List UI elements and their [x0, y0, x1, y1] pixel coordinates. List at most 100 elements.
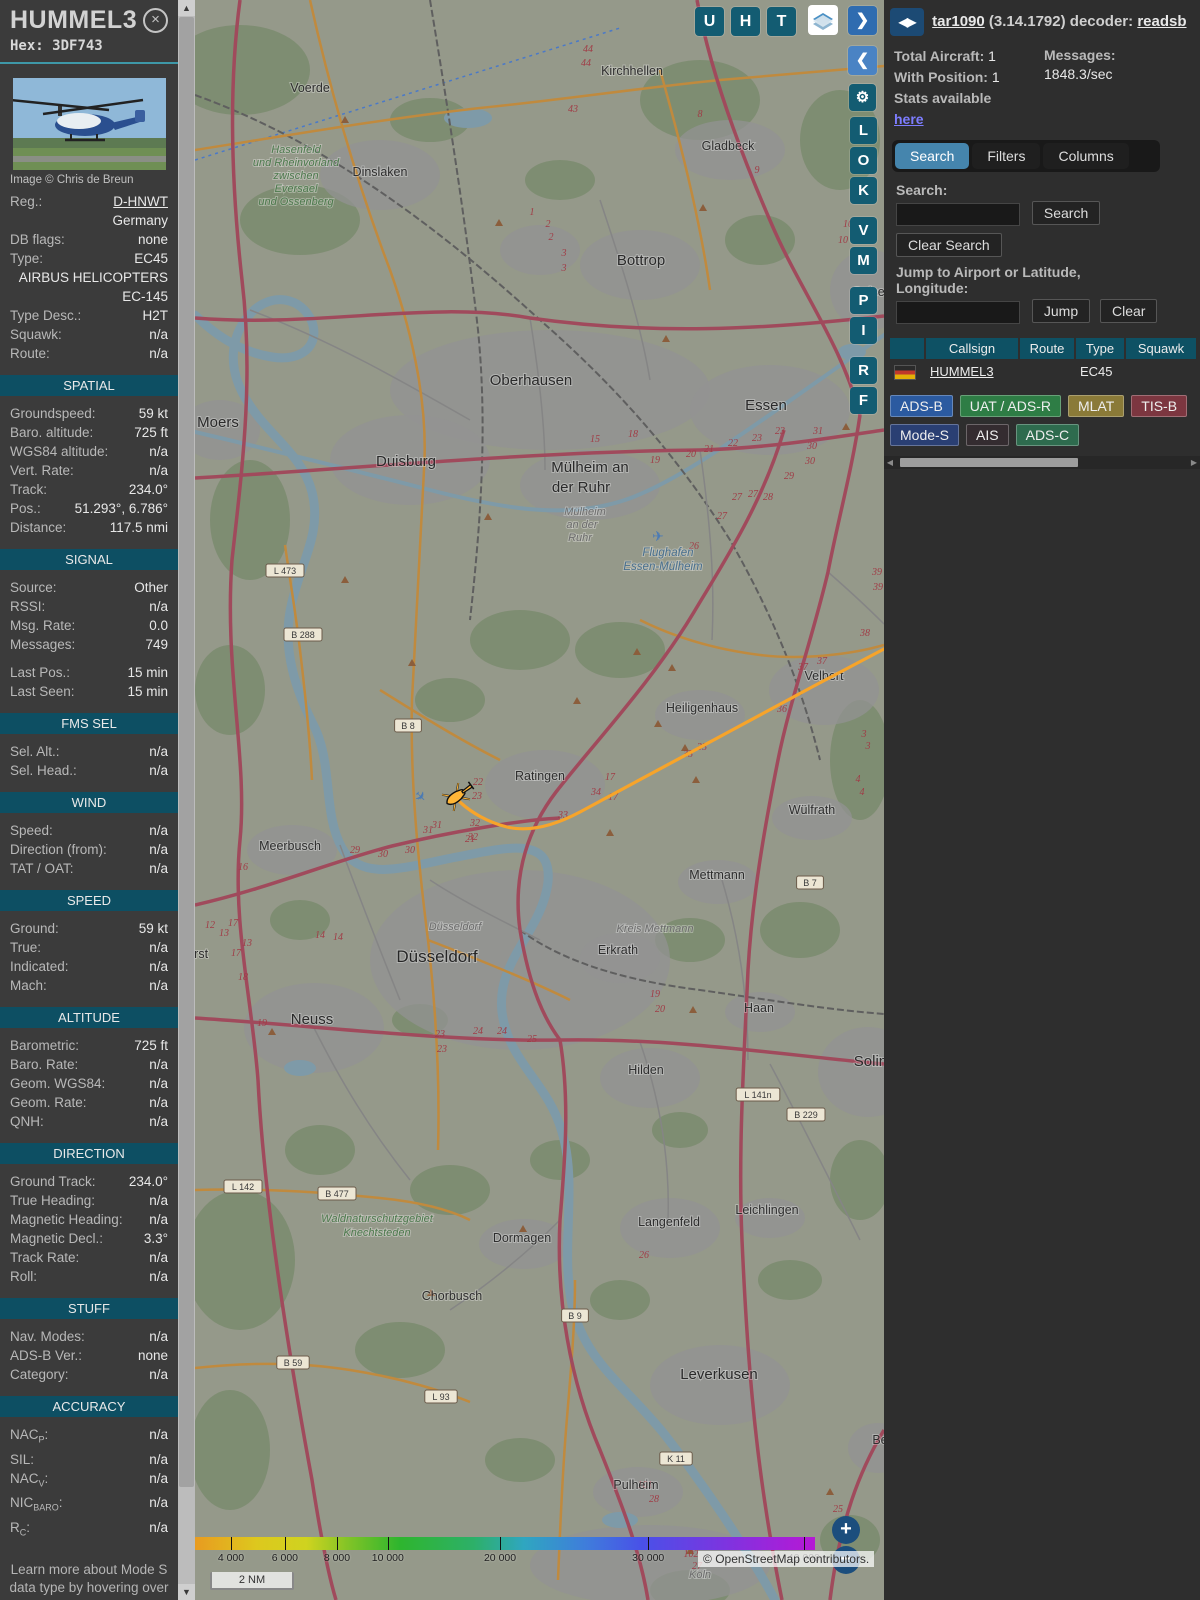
scroll-left-icon[interactable]: ◀ — [884, 456, 896, 469]
hex-label: Hex: — [10, 38, 44, 54]
tab-filters[interactable]: Filters — [972, 143, 1040, 169]
tar1090-link[interactable]: tar1090 — [932, 13, 985, 30]
data-row: Speed:n/a — [10, 821, 168, 840]
map-label: Mülheim — [564, 506, 606, 518]
hscroll-thumb[interactable] — [900, 458, 1078, 467]
map-button-u[interactable]: U — [695, 7, 724, 36]
road-shield-label: B 7 — [803, 878, 817, 888]
map-button-i[interactable]: I — [850, 317, 877, 344]
data-row-value: n/a — [36, 1518, 168, 1537]
clear-search-button[interactable]: Clear Search — [896, 233, 1002, 257]
scrollbar-thumb[interactable] — [179, 17, 194, 1487]
map-button-l[interactable]: L — [850, 117, 877, 144]
section-rows: Ground Track:234.0°True Heading:n/aMagne… — [0, 1170, 178, 1288]
attribution-copyright: © — [703, 1552, 715, 1566]
road-shield-label: L 142 — [232, 1182, 254, 1192]
data-row-value: 749 — [81, 635, 168, 654]
aircraft-info-rows: Reg.:D-HNWTGermanyDB flags:noneType:EC45… — [0, 190, 178, 365]
data-row: Source:Other — [10, 578, 168, 597]
col-header-Squawk[interactable]: Squawk — [1126, 338, 1196, 359]
map-canvas[interactable]: ✈✈89101012233444443151819202122232326272… — [195, 0, 884, 1600]
search-input[interactable] — [896, 203, 1020, 226]
map-label: Meerbusch — [259, 839, 321, 853]
forest-area — [470, 610, 570, 670]
readsb-link[interactable]: readsb — [1137, 13, 1186, 30]
left-panel-scrollbar[interactable]: ▲ ▼ — [178, 0, 195, 1600]
zoom-in-button[interactable]: + — [832, 1516, 860, 1544]
scrollbar-up-icon[interactable]: ▲ — [178, 0, 195, 16]
tab-search[interactable]: Search — [895, 143, 969, 169]
data-row-value: none — [88, 1346, 168, 1365]
junction-number: 4 — [860, 787, 865, 798]
panel-collapse-button[interactable]: ❮ — [848, 46, 877, 75]
data-row-value: 3.3° — [109, 1229, 168, 1248]
junction-number: 19 — [650, 989, 660, 1000]
aircraft-table-wrap: CallsignRouteTypeSquawkAlt. (ft)SpHUMMEL… — [888, 336, 1198, 385]
data-row-value: n/a — [47, 938, 168, 957]
colorbar-tick-label: 8 000 — [324, 1552, 350, 1564]
col-header-Callsign[interactable]: Callsign — [926, 338, 1018, 359]
jump-button[interactable]: Jump — [1032, 299, 1090, 323]
urban-area — [678, 860, 758, 904]
tab-columns[interactable]: Columns — [1043, 143, 1128, 169]
panel-expand-button[interactable]: ❯ — [848, 6, 877, 35]
jump-input[interactable] — [896, 301, 1020, 324]
map-label: Gladbeck — [702, 139, 756, 153]
search-button[interactable]: Search — [1032, 201, 1100, 225]
map-label: Mettmann — [689, 868, 745, 882]
map-button-m[interactable]: M — [850, 247, 877, 274]
table-horizontal-scrollbar[interactable]: ◀ ▶ — [884, 456, 1200, 469]
col-header-Route[interactable]: Route — [1020, 338, 1074, 359]
map-button-p[interactable]: P — [850, 287, 877, 314]
osm-link[interactable]: OpenStreetMap — [715, 1552, 800, 1566]
data-row-value[interactable]: D-HNWT — [48, 192, 168, 211]
map-button-t[interactable]: T — [767, 7, 796, 36]
data-row-value: n/a — [53, 976, 168, 995]
forest-area — [195, 645, 265, 735]
scroll-right-icon[interactable]: ▶ — [1188, 456, 1200, 469]
gear-icon: ⚙ — [856, 89, 869, 106]
forest-area — [725, 215, 795, 265]
map-button-f[interactable]: F — [850, 387, 877, 414]
aircraft-detail-header: HUMMEL3 Hex: 3DF743 × — [0, 0, 178, 58]
junction-number: 21 — [465, 834, 475, 845]
layers-button[interactable] — [808, 5, 838, 35]
junction-number: 29 — [350, 845, 360, 856]
clear-jump-button[interactable]: Clear — [1100, 299, 1157, 323]
map-button-v[interactable]: V — [850, 217, 877, 244]
map-button-h[interactable]: H — [731, 7, 760, 36]
junction-number: 30 — [377, 849, 388, 860]
mode-s-hint: Learn more about Mode S data type by hov… — [0, 1545, 178, 1600]
data-row: Geom. WGS84:n/a — [10, 1074, 168, 1093]
jump-label: Jump to Airport or Latitude, Longitude: — [896, 264, 1146, 296]
map-button-k[interactable]: K — [850, 177, 877, 204]
junction-number: 27 — [748, 489, 759, 500]
map-button-r[interactable]: R — [850, 357, 877, 384]
colorbar-tick — [500, 1537, 501, 1550]
callsign-link[interactable]: HUMMEL3 — [930, 364, 994, 379]
col-header-Type[interactable]: Type — [1076, 338, 1124, 359]
sidebar-toggle-icon[interactable]: ◀▶ — [890, 8, 924, 36]
stats-here-link[interactable]: here — [894, 111, 924, 127]
table-row[interactable]: HUMMEL3EC45725 — [890, 361, 1198, 383]
section-header-fms-sel: FMS SEL — [0, 713, 178, 734]
scrollbar-down-icon[interactable]: ▼ — [178, 1584, 195, 1600]
map-button-o[interactable]: O — [850, 147, 877, 174]
data-row-value: H2T — [87, 306, 168, 325]
col-header-flag[interactable] — [890, 338, 924, 359]
data-row: NACP:n/a — [10, 1425, 168, 1450]
junction-number: 22 — [728, 438, 738, 449]
total-aircraft-value: 1 — [988, 48, 996, 64]
decoder-label: decoder: — [1070, 13, 1133, 30]
callsign-cell[interactable]: HUMMEL3 — [926, 361, 1018, 383]
aircraft-photo[interactable] — [13, 78, 166, 170]
section-header-wind: WIND — [0, 792, 178, 813]
map-label: Kreis Mettmann — [616, 923, 693, 935]
close-icon[interactable]: × — [143, 8, 168, 33]
map-label: Wülfrath — [789, 803, 836, 817]
junction-number: 9 — [755, 165, 760, 176]
settings-button[interactable]: ⚙ — [849, 84, 876, 111]
junction-number: 23 — [435, 1029, 445, 1040]
data-row-label: Roll: — [10, 1267, 37, 1286]
junction-number: 32 — [469, 818, 480, 829]
